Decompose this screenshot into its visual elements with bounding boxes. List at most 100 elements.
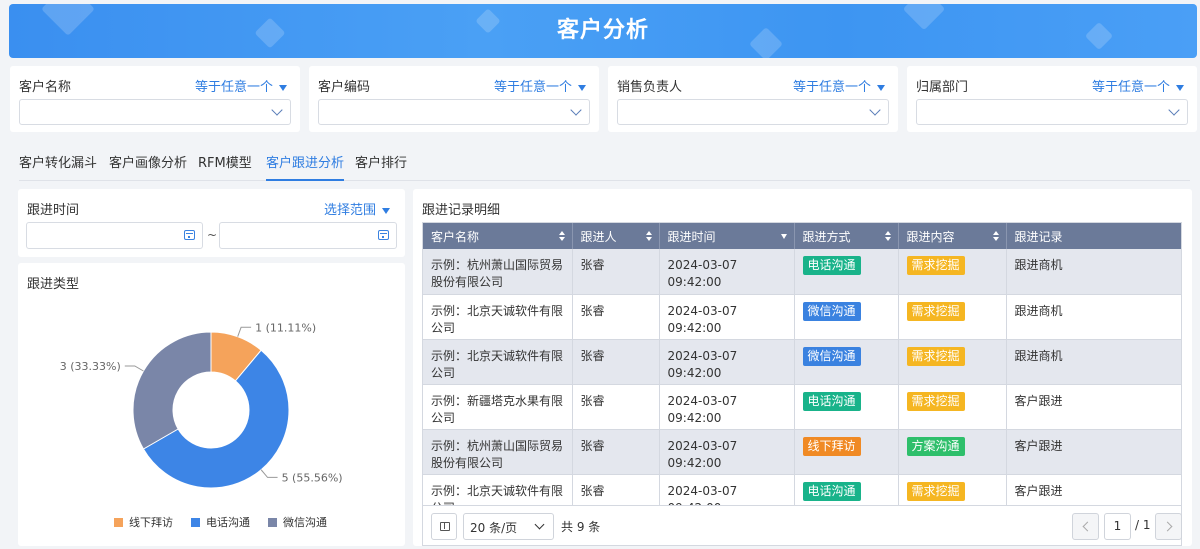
chevron-left-icon (1082, 521, 1093, 532)
chart-panel: 跟进类型 1 (11.11%) 5 (55.56%) 3 (33.33%) 线下拜访电… (18, 263, 405, 546)
start-date-input[interactable] (26, 222, 203, 249)
cell-customer: 示例：北京天诚软件有限公司 (423, 474, 573, 505)
page-title: 客户分析 (556, 18, 649, 43)
content-tag: 需求挖掘 (906, 481, 965, 501)
chevron-down-icon (271, 104, 283, 116)
cell-method: 电话沟通 (794, 384, 899, 430)
cell-owner: 张睿 (572, 339, 660, 385)
caret-down-icon (279, 84, 287, 91)
sort-icon[interactable] (992, 231, 999, 241)
cell-time: 2024-03-07 09:42:00 (659, 384, 795, 430)
filter-select[interactable] (19, 99, 291, 125)
filter-customer-name: 客户名称 等于任意一个 (10, 66, 300, 132)
filter-select[interactable] (318, 99, 590, 125)
filter-operator-dropdown[interactable]: 等于任意一个 (793, 76, 885, 95)
filter-customer-code: 客户编码 等于任意一个 (309, 66, 599, 132)
filter-select[interactable] (617, 99, 889, 125)
cell-time: 2024-03-07 09:42:00 (659, 339, 795, 385)
cell-time: 2024-03-07 09:42:00 (659, 474, 795, 505)
tab-follow-up-analysis[interactable]: 客户跟进分析 (266, 152, 345, 181)
table-row[interactable]: 示例：北京天诚软件有限公司 张睿 2024-03-07 09:42:00 微信沟… (423, 294, 1181, 340)
filter-label: 客户名称 (19, 80, 72, 95)
cell-record: 跟进商机 (1006, 339, 1181, 385)
filter-label: 客户编码 (318, 80, 371, 95)
cell-record: 跟进商机 (1006, 294, 1181, 340)
table-row[interactable]: 示例：北京天诚软件有限公司 张睿 2024-03-07 09:42:00 微信沟… (423, 339, 1181, 385)
legend-swatch[interactable] (191, 518, 200, 527)
table-header-row: 客户名称 跟进人 跟进时间 跟进方式 跟进内容 跟进记录 (423, 223, 1181, 249)
legend-swatch[interactable] (268, 518, 277, 527)
columns-icon (440, 522, 450, 531)
cell-customer: 示例：杭州萧山国际贸易股份有限公司 (423, 249, 573, 295)
caret-down-icon (877, 84, 885, 91)
chevron-down-icon (1168, 104, 1180, 116)
prev-page-button[interactable] (1072, 513, 1099, 540)
chevron-down-icon (869, 104, 881, 116)
sort-icon[interactable] (884, 231, 891, 241)
table-row[interactable]: 示例：新疆塔克水果有限公司 张睿 2024-03-07 09:42:00 电话沟… (423, 384, 1181, 430)
cell-content: 方案沟通 (898, 429, 1007, 475)
filter-operator-dropdown[interactable]: 等于任意一个 (195, 76, 287, 95)
cell-content: 需求挖掘 (898, 474, 1007, 505)
table-row[interactable]: 示例：北京天诚软件有限公司 张睿 2024-03-07 09:42:00 电话沟… (423, 474, 1181, 505)
chevron-down-icon (534, 519, 545, 530)
cell-record: 客户跟进 (1006, 384, 1181, 430)
tab-conversion-funnel[interactable]: 客户转化漏斗 (19, 152, 97, 181)
content-tag: 方案沟通 (906, 436, 965, 456)
filter-operator-dropdown[interactable]: 等于任意一个 (494, 76, 586, 95)
caret-down-icon (578, 84, 586, 91)
slice-label: 5 (55.56%) (282, 471, 343, 484)
total-pages: / 1 (1135, 518, 1151, 532)
chevron-down-icon (570, 104, 582, 116)
legend-label[interactable]: 电话沟通 (206, 516, 250, 529)
tab-customer-profile[interactable]: 客户画像分析 (109, 152, 187, 181)
column-header-record[interactable]: 跟进记录 (1006, 223, 1181, 249)
column-settings-button[interactable] (431, 513, 457, 540)
end-date-input[interactable] (219, 222, 397, 249)
date-separator: ~ (207, 228, 218, 242)
slice-label: 3 (33.33%) (60, 360, 121, 373)
content-tag: 需求挖掘 (906, 256, 965, 275)
cell-owner: 张睿 (572, 474, 660, 505)
cell-method: 电话沟通 (794, 249, 899, 295)
cell-content: 需求挖掘 (898, 384, 1007, 430)
column-header-content[interactable]: 跟进内容 (898, 223, 1007, 249)
column-header-owner[interactable]: 跟进人 (572, 223, 660, 249)
sort-icon[interactable] (645, 231, 652, 241)
next-page-button[interactable] (1155, 513, 1182, 540)
method-tag: 电话沟通 (802, 391, 861, 411)
range-select-dropdown[interactable]: 选择范围 (324, 199, 390, 218)
legend-label[interactable]: 微信沟通 (283, 515, 327, 529)
column-header-time[interactable]: 跟进时间 (659, 223, 795, 249)
cell-owner: 张睿 (572, 429, 660, 475)
cell-content: 需求挖掘 (898, 249, 1007, 295)
legend-swatch[interactable] (114, 518, 123, 527)
cell-customer: 示例：北京天诚软件有限公司 (423, 294, 573, 340)
cell-time: 2024-03-07 09:42:00 (659, 429, 795, 475)
column-header-method[interactable]: 跟进方式 (794, 223, 899, 249)
sort-desc-icon[interactable] (780, 234, 787, 239)
filter-operator-dropdown[interactable]: 等于任意一个 (1092, 76, 1184, 95)
records-table: 客户名称 跟进人 跟进时间 跟进方式 跟进内容 跟进记录 示例：杭州萧山国际贸易… (423, 223, 1181, 505)
legend-label[interactable]: 线下拜访 (129, 515, 173, 529)
tab-rfm-model[interactable]: RFM模型 (198, 152, 252, 181)
table-row[interactable]: 示例：杭州萧山国际贸易股份有限公司 张睿 2024-03-07 09:42:00… (423, 429, 1181, 475)
cell-customer: 示例：杭州萧山国际贸易股份有限公司 (423, 429, 573, 475)
content-tag: 需求挖掘 (906, 346, 965, 366)
current-page-input[interactable]: 1 (1104, 513, 1131, 540)
leader-line (237, 326, 252, 337)
page-size-select[interactable]: 20 条/页 (463, 513, 554, 540)
leader-line (260, 469, 278, 478)
chevron-right-icon (1162, 521, 1173, 532)
filter-department: 归属部门 等于任意一个 (907, 66, 1197, 132)
header-banner: 客户分析 (9, 4, 1197, 58)
filter-select[interactable] (916, 99, 1188, 125)
table-row[interactable]: 示例：杭州萧山国际贸易股份有限公司 张睿 2024-03-07 09:42:00… (423, 249, 1181, 295)
tab-customer-ranking[interactable]: 客户排行 (355, 152, 407, 181)
cell-customer: 示例：新疆塔克水果有限公司 (423, 384, 573, 430)
donut-slice-2[interactable] (132, 331, 212, 450)
sort-icon[interactable] (558, 231, 565, 241)
calendar-icon (184, 230, 195, 240)
method-tag: 微信沟通 (802, 346, 861, 366)
column-header-customer[interactable]: 客户名称 (423, 223, 573, 249)
